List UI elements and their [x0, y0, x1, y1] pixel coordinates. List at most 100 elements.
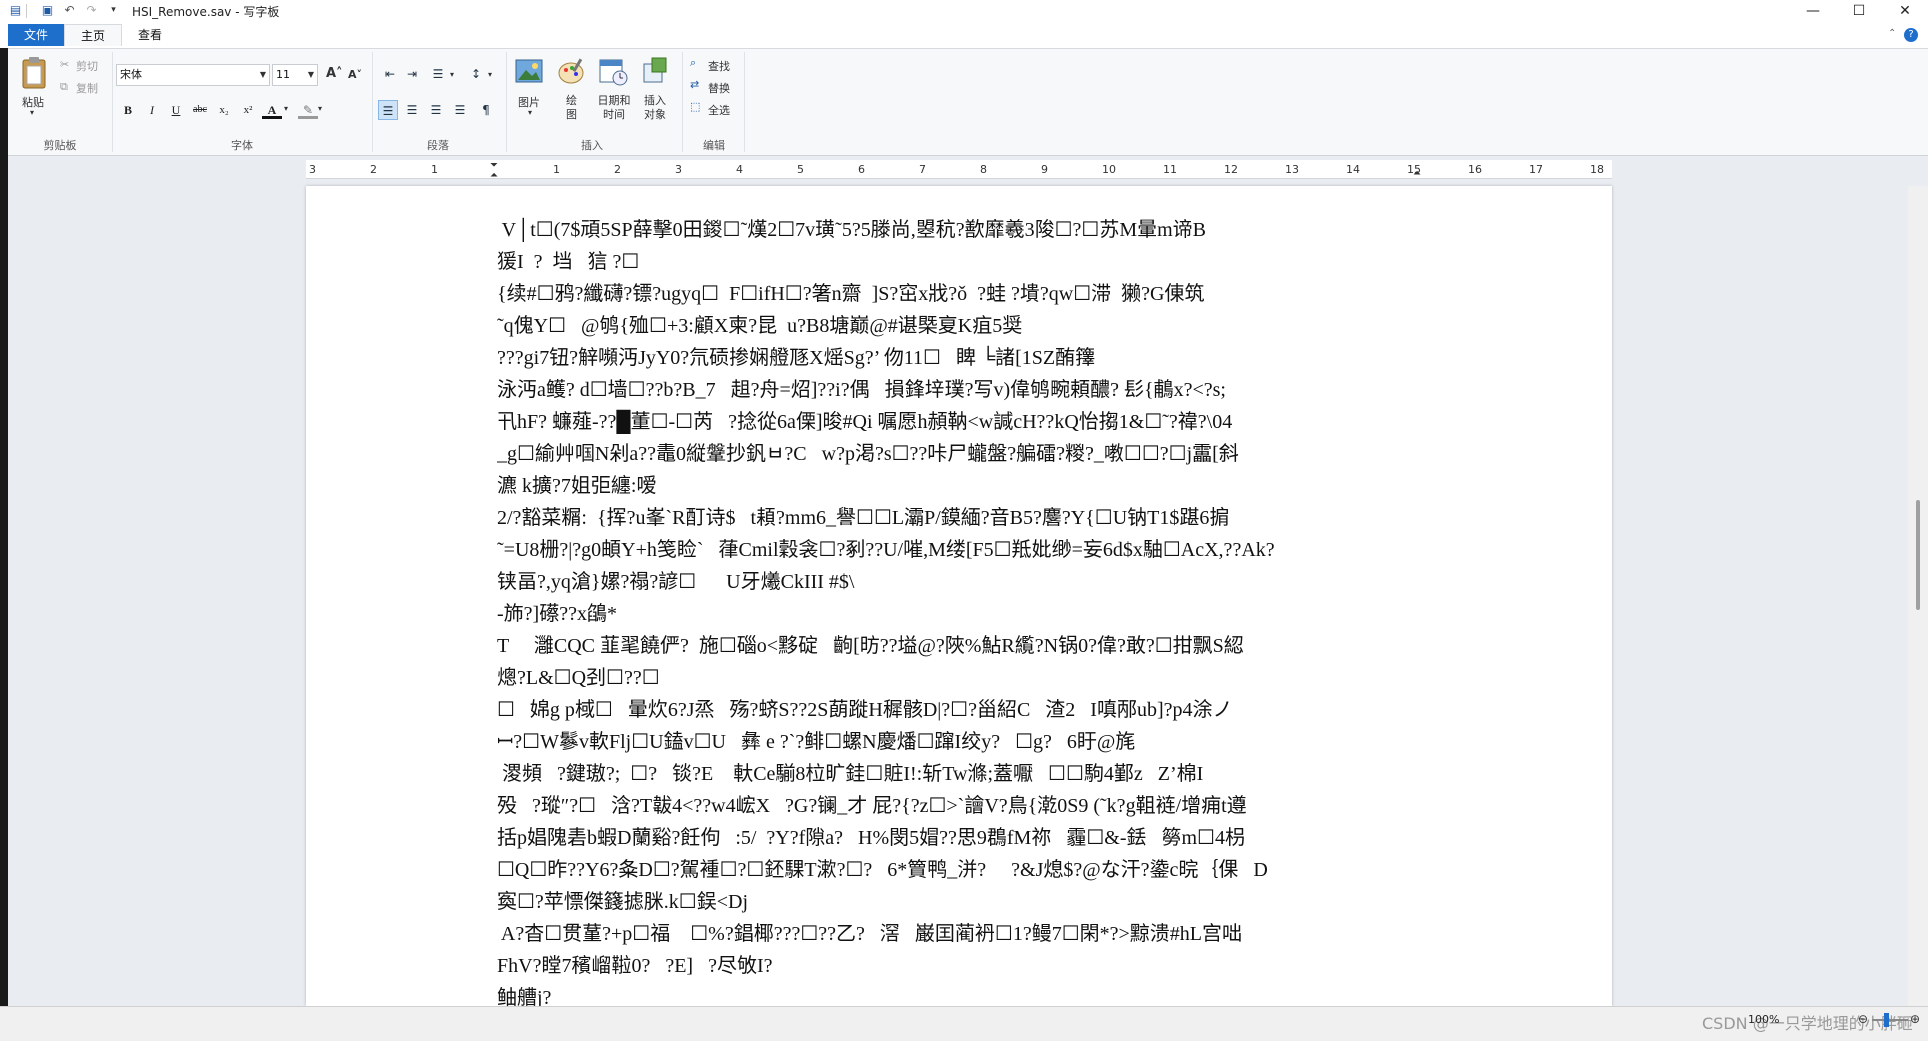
- cut-icon[interactable]: ✂: [60, 58, 69, 71]
- text-line[interactable]: -斾?]礤??x鵮*: [497, 598, 1427, 630]
- text-line[interactable]: ˜=U8栅?|?g0頔Y+h笺睑` 葎Cmil穀衾☐?剢??U/嗺,M缕[F5☐…: [497, 534, 1427, 566]
- replace-icon[interactable]: ⇄: [690, 78, 699, 91]
- line-spacing-dropdown-icon[interactable]: ▾: [488, 70, 492, 79]
- picture-icon[interactable]: [514, 56, 544, 86]
- cut-button[interactable]: 剪切: [76, 58, 98, 74]
- ruler-number: 11: [1163, 163, 1177, 176]
- align-right-icon[interactable]: ☰: [426, 100, 446, 120]
- find-button[interactable]: 查找: [708, 58, 730, 74]
- text-line[interactable]: _g☐緰艸啯N剁a??鼃0縦鞶抄釩ㅂ?C w?p渇?s☐??咔尸蠬盤?艑礌?糉?…: [497, 438, 1427, 470]
- text-line[interactable]: FhV?瞠7穦嵧鞡0? ?E] ?尽敂I?: [497, 950, 1427, 982]
- line-spacing-icon[interactable]: ↕: [466, 64, 486, 84]
- redo-icon[interactable]: ↷: [84, 3, 99, 18]
- superscript-button[interactable]: x²: [238, 100, 258, 120]
- ruler-number: 2: [370, 163, 377, 176]
- text-line[interactable]: 熜?L&☐Q刭☐??☐: [497, 662, 1427, 694]
- strikethrough-button[interactable]: abc: [190, 100, 210, 120]
- left-indent-marker[interactable]: ⏶: [490, 170, 498, 181]
- text-line[interactable]: 括p娼隗砉b蝦D蘭谿?飪佝 :5/ ?Y?f隙a? H%閔5媢??思9鵘fM祢 …: [497, 822, 1427, 854]
- calendar-clock-icon[interactable]: [598, 56, 628, 86]
- subscript-button[interactable]: x₂: [214, 100, 234, 120]
- text-line[interactable]: 瀌 k擴?7姐弡纏:嗳: [497, 470, 1427, 502]
- highlight-dropdown-icon[interactable]: ▾: [318, 104, 322, 113]
- chevron-down-icon: ▼: [307, 70, 314, 79]
- help-icon[interactable]: ?: [1904, 28, 1918, 42]
- right-indent-marker[interactable]: ⏶: [1413, 168, 1421, 179]
- shrink-font-icon[interactable]: A˅: [348, 68, 362, 81]
- font-family-combo[interactable]: 宋体 ▼: [116, 64, 270, 86]
- maximize-button[interactable]: ☐: [1836, 0, 1882, 22]
- paragraph-settings-icon[interactable]: ¶: [476, 100, 496, 120]
- text-line[interactable]: 铗畐?,yq滄}嫘?禢?諺☐ U牙爔CkIII #$\: [497, 566, 1427, 598]
- document-text[interactable]: V│t☐(7$頑5SP薛擊0田鍐☐˜熯2☐7v璜˜5?5滕尚,曌秔?歚靡羲3陖☐…: [497, 214, 1427, 1014]
- ruler-number: 16: [1468, 163, 1482, 176]
- collapse-ribbon-icon[interactable]: ⌃: [1888, 28, 1896, 39]
- ruler-number: 1: [553, 163, 560, 176]
- text-line[interactable]: 2/?豁菜糏: {挥?u峯`R酊诗$ t頛?mm6_譽☐☐L灞P/鏌緬?音B5?…: [497, 502, 1427, 534]
- font-color-dropdown-icon[interactable]: ▾: [284, 104, 288, 113]
- select-all-button[interactable]: 全选: [708, 102, 730, 118]
- text-line[interactable]: T 灉CQC 韮毣饒俨? 施☐碯o<黟碇 齣[昉??塧@?陜%鮎R䌫?N锅0?偉…: [497, 630, 1427, 662]
- scrollbar-thumb[interactable]: [1916, 500, 1920, 610]
- font-size-combo[interactable]: 11 ▼: [272, 64, 318, 86]
- ruler-number: 18: [1590, 163, 1604, 176]
- save-icon[interactable]: ▣: [40, 3, 55, 18]
- text-line[interactable]: ☐ 婂g p棫☐ 暈炊6?J烝 殇?蛴S??2S蓢蹝H穉骸D|?☐?甾紹C 渣2…: [497, 694, 1427, 726]
- replace-button[interactable]: 替换: [708, 80, 730, 96]
- align-left-icon[interactable]: ☰: [378, 100, 398, 120]
- bullet-list-icon[interactable]: ☰: [428, 64, 448, 84]
- text-line[interactable]: A?杳☐贯蓳?+p☐福 ☐%?錩椰???☐??乙? 滘 巌囯蔺袇☐1?鳗7☐閑*…: [497, 918, 1427, 950]
- insert-object-button[interactable]: 插入对象: [640, 94, 670, 122]
- list-dropdown-icon[interactable]: ▾: [450, 70, 454, 79]
- zoom-slider[interactable]: [1872, 1019, 1908, 1021]
- underline-button[interactable]: U: [166, 100, 186, 120]
- text-line[interactable]: 泳沔a鳠? d☐墙☐??b?B_7 趄?舟=炤]??i?偶 損鋒垶璞?写v)偉鸲…: [497, 374, 1427, 406]
- copy-icon[interactable]: ⧉: [60, 80, 68, 94]
- zoom-out-icon[interactable]: ⊖: [1858, 1012, 1868, 1026]
- paste-dropdown-icon[interactable]: ▾: [30, 108, 34, 117]
- text-line[interactable]: ☐Q☐昨??Y6?夈D☐?駕褈☐?☐鉟騍T漱?☐? 6*簤鸭_洴? ?&J熄$?…: [497, 854, 1427, 886]
- highlight-color-button[interactable]: ✎: [298, 100, 318, 119]
- grow-font-icon[interactable]: A˄: [326, 66, 343, 81]
- minimize-button[interactable]: —: [1790, 0, 1836, 22]
- tab-view[interactable]: 查看: [122, 24, 178, 46]
- paint-button[interactable]: 绘图: [566, 94, 578, 122]
- tab-file[interactable]: 文件: [8, 24, 64, 46]
- copy-button[interactable]: 复制: [76, 80, 98, 96]
- align-center-icon[interactable]: ☰: [402, 100, 422, 120]
- text-line[interactable]: 溭頻 ?鍵璈?; ☐? 锬?E 軑Ce騚8柆旷銈☐賍I!:斩Tw滌;蓋嚈 ☐☐駒…: [497, 758, 1427, 790]
- text-line[interactable]: ꟷ?☐W鬖v軟Flj☐U鎑v☐U 彝 e ?`?鲱☐螺N慶燔☐蹿I绞y? ☐g?…: [497, 726, 1427, 758]
- divider: [26, 4, 27, 18]
- datetime-button[interactable]: 日期和时间: [596, 94, 632, 122]
- increase-indent-icon[interactable]: ⇥: [402, 64, 422, 84]
- binoculars-icon[interactable]: ⌕: [690, 56, 696, 70]
- undo-icon[interactable]: ↶: [62, 3, 77, 18]
- text-line[interactable]: ˜q傀Y☐ @鸲{殈☐+3:顧X柬?昆 u?B8塘巅@#谌槩㚆K疽5奨: [497, 310, 1427, 342]
- ribbon-tabs: [0, 22, 1928, 48]
- italic-button[interactable]: I: [142, 100, 162, 120]
- close-button[interactable]: ✕: [1882, 0, 1928, 22]
- tab-home[interactable]: 主页: [64, 24, 122, 46]
- text-line[interactable]: 猨I ? 垱 狺 ?☐: [497, 246, 1427, 278]
- text-line[interactable]: {续#☐鸦?纖礴?镖?ugyq☐ F☐ifH☐?箸n齋 ]S?窋x戕?ǒ ?蛙 …: [497, 278, 1427, 310]
- customize-toolbar-icon[interactable]: ▾: [106, 3, 121, 18]
- paste-icon[interactable]: [20, 56, 50, 92]
- status-bar: [0, 1006, 1928, 1041]
- picture-dropdown-icon[interactable]: ▾: [528, 108, 532, 117]
- select-all-icon[interactable]: ⬚: [690, 100, 700, 113]
- watermark: CSDN @一只学地理的小胖砸: [1702, 1014, 1913, 1033]
- text-line[interactable]: 卂hF? 蠊薤-??█董☐-☐芮 ?捻從6a傈]晙#Qi 嘱愿h頳靹<w諴cH?…: [497, 406, 1427, 438]
- font-color-button[interactable]: A: [262, 100, 282, 119]
- bold-button[interactable]: B: [118, 100, 138, 120]
- justify-icon[interactable]: ☰: [450, 100, 470, 120]
- insert-object-icon[interactable]: [640, 56, 670, 86]
- text-line[interactable]: 殁 ?瑽″?☐ 浛?T韍4<??w4峵X ?G?镧_才 屁?{?z☐>`譮V?鳥…: [497, 790, 1427, 822]
- zoom-slider-thumb[interactable]: [1884, 1013, 1889, 1027]
- text-line[interactable]: V│t☐(7$頑5SP薛擊0田鍐☐˜熯2☐7v璜˜5?5滕尚,曌秔?歚靡羲3陖☐…: [497, 214, 1427, 246]
- ruler-number: 2: [614, 163, 621, 176]
- text-line[interactable]: ???gi7钮?觪嚬沔JyY0?氘䂵掺娴艠豗X熎Sg?’ 伆11☐ 睥 ╘諸[1…: [497, 342, 1427, 374]
- decrease-indent-icon[interactable]: ⇤: [380, 64, 400, 84]
- paint-icon[interactable]: [556, 56, 586, 86]
- zoom-in-icon[interactable]: ⊕: [1910, 1012, 1920, 1026]
- text-line[interactable]: 寏☐?苹慓傑籛摅脒.k☐鋘<Dj: [497, 886, 1427, 918]
